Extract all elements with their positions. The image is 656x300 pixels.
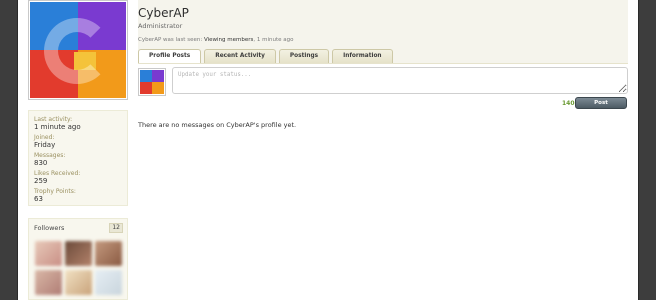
- avatar-tile: [152, 82, 164, 94]
- follower-avatar[interactable]: [65, 241, 92, 266]
- avatar[interactable]: [28, 0, 128, 100]
- stat-value[interactable]: 63: [34, 195, 122, 204]
- last-seen-separator: ,: [253, 37, 256, 43]
- status-input[interactable]: [172, 67, 628, 94]
- follower-avatar[interactable]: [65, 270, 92, 295]
- tab-postings[interactable]: Postings: [278, 49, 330, 63]
- last-seen-activity-link[interactable]: Viewing members: [204, 37, 253, 43]
- stat-label: Trophy Points:: [34, 188, 76, 195]
- empty-messages-text: There are no messages on CyberAP's profi…: [138, 121, 297, 129]
- username: CyberAP: [138, 6, 189, 20]
- followers-block: Followers 12: [28, 218, 128, 300]
- user-title: Administrator: [138, 22, 183, 30]
- follower-avatar[interactable]: [95, 241, 122, 266]
- stat-value: 259: [34, 177, 48, 185]
- avatar-c-mark: [44, 18, 110, 84]
- stat-label: Last activity:: [34, 116, 73, 123]
- last-seen-time: 1 minute ago: [256, 37, 294, 43]
- tab-recent-activity[interactable]: Recent Activity: [204, 49, 276, 63]
- last-seen-prefix: CyberAP was last seen:: [138, 37, 203, 43]
- status-update-area: [138, 66, 628, 96]
- avatar-image: [30, 2, 126, 98]
- stat-joined: Joined: Friday: [34, 134, 122, 150]
- followers-title: Followers: [34, 224, 65, 232]
- tab-information[interactable]: Information: [332, 49, 393, 63]
- follower-avatar[interactable]: [35, 270, 62, 295]
- post-button[interactable]: Post: [575, 97, 627, 109]
- profile-tabs: Profile Posts Recent Activity Postings I…: [138, 49, 393, 63]
- stat-trophy-points: Trophy Points: 63: [34, 188, 122, 204]
- stat-label: Joined:: [34, 134, 55, 141]
- stat-label: Messages:: [34, 152, 66, 159]
- tab-profile-posts[interactable]: Profile Posts: [138, 49, 202, 63]
- avatar[interactable]: [138, 68, 166, 96]
- stat-value: 1 minute ago: [34, 123, 81, 131]
- follower-avatar[interactable]: [35, 241, 62, 266]
- stat-label: Likes Received:: [34, 170, 81, 177]
- last-seen: CyberAP was last seen: Viewing members, …: [138, 37, 293, 43]
- profile-page: Last activity: 1 minute ago Joined: Frid…: [18, 0, 638, 300]
- main-content: CyberAP Administrator CyberAP was last s…: [138, 0, 628, 300]
- follower-avatar[interactable]: [95, 270, 122, 295]
- sidebar: Last activity: 1 minute ago Joined: Frid…: [28, 0, 128, 300]
- avatar-tile: [140, 82, 152, 94]
- stat-value[interactable]: 830: [34, 159, 122, 168]
- stat-last-activity: Last activity: 1 minute ago: [34, 116, 122, 132]
- stat-likes: Likes Received: 259: [34, 170, 122, 186]
- avatar-image: [140, 70, 164, 94]
- profile-header: CyberAP Administrator CyberAP was last s…: [138, 0, 628, 64]
- avatar-tile: [140, 70, 152, 82]
- member-stats: Last activity: 1 minute ago Joined: Frid…: [28, 110, 128, 206]
- followers-count-badge[interactable]: 12: [109, 223, 123, 233]
- character-counter: 140: [562, 100, 575, 107]
- stat-messages: Messages: 830: [34, 152, 122, 168]
- avatar-tile: [152, 70, 164, 82]
- stat-value: Friday: [34, 141, 56, 149]
